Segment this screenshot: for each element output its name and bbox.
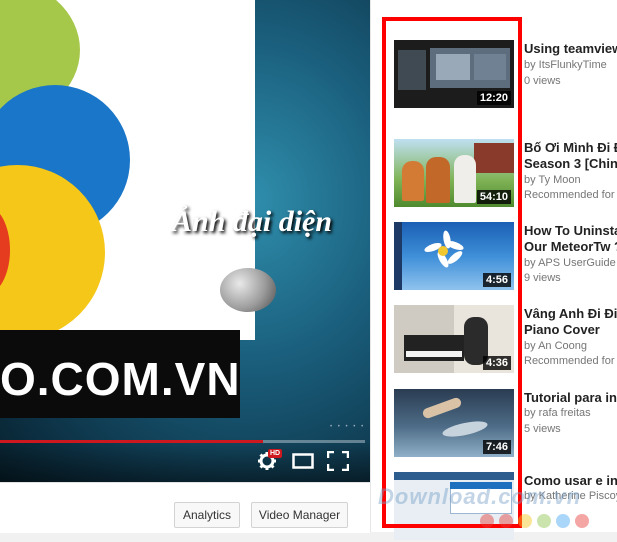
hd-badge: HD <box>268 449 283 458</box>
player-controls <box>0 443 370 482</box>
watermark-dot <box>499 514 513 528</box>
highlight-annotation-box <box>382 17 522 528</box>
logo-card <box>0 0 255 340</box>
video-overlay-caption: Ảnh đại diện <box>172 205 333 238</box>
video-title[interactable]: Using teamviewer <box>524 41 617 56</box>
watermark-text: Download.com.vn <box>378 484 582 509</box>
brand-text: O.COM.VN <box>0 353 241 405</box>
video-channel: by rafa freitas <box>524 407 591 419</box>
watermark-dot <box>480 514 494 528</box>
video-title[interactable]: Tutorial para inst <box>524 390 617 405</box>
fullscreen-icon[interactable] <box>327 451 349 471</box>
video-channel: by APS UserGuide <box>524 257 616 269</box>
video-stat: 0 views <box>524 75 561 87</box>
video-stat: Recommended for y <box>524 355 617 367</box>
video-title-line2[interactable]: Piano Cover <box>524 322 617 337</box>
video-title[interactable]: Vâng Anh Đi Đi - <box>524 306 617 321</box>
watermark-dot <box>556 514 570 528</box>
decorative-dots: • • • • • <box>330 424 366 430</box>
video-title[interactable]: Bố Ơi Mình Đi Đâ <box>524 140 617 155</box>
theater-mode-icon[interactable] <box>292 453 314 469</box>
video-title-line2[interactable]: Our MeteorTw ? <box>524 239 617 254</box>
video-channel: by ItsFlunkyTime <box>524 59 607 71</box>
watermark-dot <box>518 514 532 528</box>
video-player[interactable]: Ảnh đại diện O.COM.VN • • • • • HD <box>0 0 370 482</box>
video-stat: Recommended for y <box>524 189 617 201</box>
watermark-dot <box>575 514 589 528</box>
analytics-button[interactable]: Analytics <box>174 502 240 528</box>
video-stat: 9 views <box>524 272 561 284</box>
gray-sphere <box>220 268 276 312</box>
video-title-line2[interactable]: Season 3 [China] <box>524 156 617 171</box>
watermark-dot <box>537 514 551 528</box>
video-manager-button[interactable]: Video Manager <box>251 502 348 528</box>
video-channel: by Ty Moon <box>524 174 581 186</box>
video-stat: 5 views <box>524 423 561 435</box>
video-channel: by An Coong <box>524 340 587 352</box>
video-title[interactable]: How To Uninstal <box>524 223 617 238</box>
